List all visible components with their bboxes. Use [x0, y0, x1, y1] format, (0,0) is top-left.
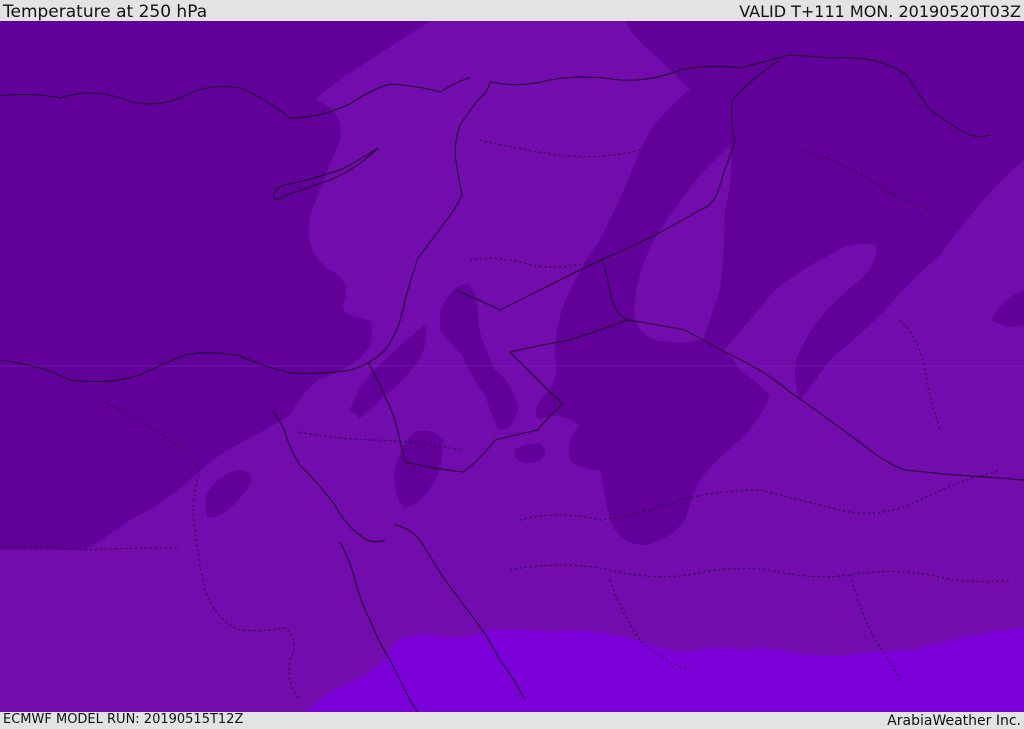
valid-time: VALID T+111 MON. 20190520T03Z — [739, 2, 1021, 21]
credit-label: ArabiaWeather Inc. — [887, 713, 1021, 729]
model-run-label: ECMWF MODEL RUN: 20190515T12Z — [3, 712, 244, 727]
map-title: Temperature at 250 hPa — [3, 2, 208, 22]
weather-map[interactable] — [0, 21, 1024, 712]
footer-bar: ECMWF MODEL RUN: 20190515T12Z ArabiaWeat… — [0, 712, 1024, 729]
header-bar: Temperature at 250 hPa VALID T+111 MON. … — [0, 0, 1024, 21]
